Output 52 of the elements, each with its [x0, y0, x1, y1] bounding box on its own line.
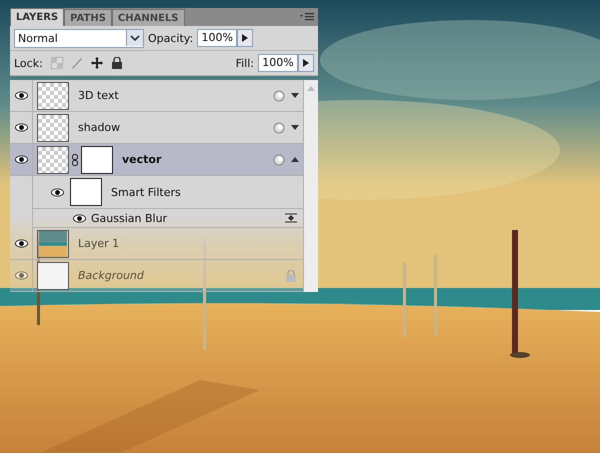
chain-link-icon — [72, 154, 78, 166]
padlock-icon[interactable] — [110, 57, 123, 69]
panel-tab[interactable]: LAYERS — [10, 8, 64, 26]
eye-icon[interactable] — [14, 155, 28, 164]
layer-thumbnail — [37, 114, 69, 142]
circle-icon — [273, 122, 285, 134]
eye-icon[interactable] — [14, 239, 28, 248]
blending-options-icon[interactable] — [285, 212, 297, 224]
opacity-slider-button[interactable] — [237, 29, 254, 47]
panel-tab[interactable]: PATHS — [64, 9, 112, 26]
triangle-right-icon — [242, 34, 248, 42]
layer-name: Layer 1 — [78, 237, 120, 250]
layer-name: shadow — [78, 121, 120, 134]
layer-row[interactable]: vector — [10, 144, 303, 176]
blend-mode-dropdown[interactable]: Normal — [14, 28, 144, 48]
opacity-label: Opacity: — [148, 32, 194, 44]
layer-name: Background — [78, 269, 144, 282]
filter-row[interactable]: Gaussian Blur — [32, 209, 303, 228]
menu-icon[interactable] — [300, 13, 314, 21]
chevron-down-icon — [126, 30, 143, 46]
eye-icon[interactable] — [14, 91, 28, 100]
layer-row[interactable]: Layer 1 — [10, 228, 303, 260]
layer-row[interactable]: Background — [10, 260, 303, 292]
triangle-down-icon[interactable] — [291, 125, 299, 130]
eye-icon[interactable] — [14, 123, 28, 132]
layer-name: Smart Filters — [111, 186, 181, 198]
eye-icon[interactable] — [73, 214, 86, 222]
fill-slider-button[interactable] — [298, 54, 314, 72]
eye-icon[interactable] — [51, 188, 64, 196]
padlock-icon — [285, 270, 297, 282]
move-icon[interactable] — [90, 57, 103, 69]
circle-icon — [273, 90, 285, 102]
filter-mask-thumbnail — [70, 178, 102, 206]
panel-tab[interactable]: CHANNELS — [112, 9, 185, 26]
layer-thumbnail — [37, 230, 69, 258]
triangle-right-icon — [303, 59, 309, 67]
layer-thumbnail — [37, 262, 69, 290]
scrollbar[interactable] — [303, 80, 318, 292]
triangle-down-icon[interactable] — [291, 93, 299, 98]
layer-name: 3D text — [78, 89, 119, 102]
opacity-field[interactable]: 100% — [197, 29, 238, 47]
fill-field[interactable]: 100% — [258, 54, 298, 72]
triangle-up-icon[interactable] — [291, 157, 299, 162]
layer-row[interactable]: 3D text — [10, 80, 303, 112]
layer-name: Gaussian Blur — [91, 212, 168, 224]
fill-label: Fill: — [236, 56, 254, 70]
layer-thumbnail — [37, 82, 69, 110]
circle-icon — [273, 154, 285, 166]
layer-thumbnail — [37, 146, 69, 174]
layer-name: vector — [122, 153, 162, 166]
lock-label: Lock: — [14, 56, 43, 70]
smart-filters-row[interactable]: Smart Filters — [32, 176, 303, 209]
